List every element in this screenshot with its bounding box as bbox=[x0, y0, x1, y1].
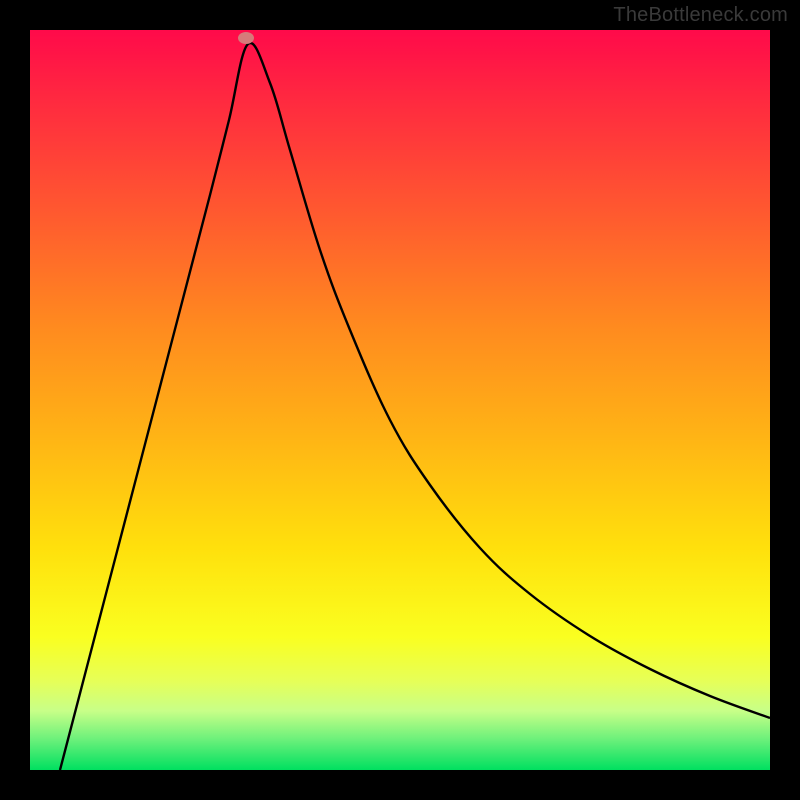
plot-area bbox=[30, 30, 770, 770]
optimum-marker bbox=[238, 32, 254, 44]
attribution-text: TheBottleneck.com bbox=[613, 4, 788, 27]
bottleneck-curve bbox=[30, 30, 770, 770]
chart-frame: TheBottleneck.com bbox=[0, 0, 800, 800]
